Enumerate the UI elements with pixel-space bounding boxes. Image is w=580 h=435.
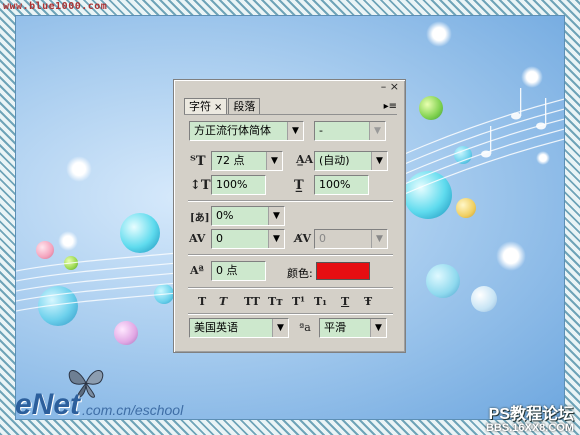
leading-select[interactable]: (自动) ▼ — [314, 151, 388, 171]
tab-label: 段落 — [233, 100, 256, 113]
underline-button[interactable]: T — [341, 295, 349, 308]
strikethrough-button[interactable]: Ŧ — [364, 295, 372, 308]
enet-url: .com.cn/eschool — [82, 402, 184, 418]
panel-tabs: 字符 × 段落 — [184, 98, 261, 115]
leading-value: (自动) — [319, 154, 350, 167]
vertical-scale-icon: ↕T — [190, 178, 211, 193]
enet-brand: eNet — [15, 388, 81, 421]
panel-titlebar[interactable]: – × — [174, 80, 405, 96]
faux-italic-button[interactable]: T — [219, 295, 227, 308]
chevron-down-icon[interactable]: ▼ — [371, 230, 387, 248]
bubble — [66, 156, 92, 182]
tracking-value: 0 — [319, 232, 326, 245]
baseline-shift-value: 0 点 — [216, 264, 238, 277]
font-size-icon: ᵀT — [190, 154, 206, 169]
vertical-scale-value: 100% — [216, 178, 248, 191]
kerning-value: 0 — [216, 232, 223, 245]
tracking-select[interactable]: 0 ▼ — [314, 229, 388, 249]
horizontal-scale-icon: T̲ — [294, 178, 304, 193]
baseline-shift-input[interactable]: 0 点 — [211, 261, 266, 281]
chevron-down-icon[interactable]: ▼ — [272, 319, 288, 337]
chevron-down-icon[interactable]: ▼ — [370, 319, 386, 337]
tsume-select[interactable]: 0% ▼ — [211, 206, 285, 226]
forum-watermark: PS教程论坛 BBS.16XX8.COM — [486, 400, 574, 434]
font-style-value: - — [319, 124, 323, 137]
tab-character[interactable]: 字符 × — [184, 98, 228, 115]
faux-bold-button[interactable]: T — [198, 295, 206, 308]
language-select[interactable]: 美国英语 ▼ — [189, 318, 289, 338]
window-controls[interactable]: – × — [381, 80, 399, 93]
bubble — [426, 21, 452, 47]
chevron-down-icon[interactable]: ▼ — [268, 207, 284, 225]
kerning-select[interactable]: 0 ▼ — [211, 229, 285, 249]
subscript-button[interactable]: T₁ — [314, 295, 327, 308]
divider — [188, 313, 393, 315]
all-caps-button[interactable]: TT — [244, 295, 260, 308]
forum-name: PS教程论坛 — [488, 406, 574, 423]
horizontal-scale-value: 100% — [319, 178, 351, 191]
color-swatch[interactable] — [316, 262, 370, 280]
small-caps-button[interactable]: Tт — [268, 295, 283, 308]
tab-paragraph[interactable]: 段落 — [228, 98, 261, 115]
font-style-select[interactable]: - ▼ — [314, 121, 386, 141]
anti-alias-select[interactable]: 平滑 ▼ — [319, 318, 387, 338]
chevron-down-icon[interactable]: ▼ — [268, 230, 284, 248]
chevron-down-icon[interactable]: ▼ — [369, 122, 385, 140]
vertical-scale-input[interactable]: 100% — [211, 175, 266, 195]
font-size-value: 72 点 — [216, 154, 245, 167]
language-value: 美国英语 — [194, 321, 238, 334]
superscript-button[interactable]: T¹ — [292, 295, 305, 308]
kerning-icon: AV — [189, 232, 206, 245]
baseline-shift-icon: Aª — [190, 264, 204, 277]
tab-label: 字符 — [189, 100, 211, 113]
horizontal-scale-input[interactable]: 100% — [314, 175, 369, 195]
panel-content: 方正流行体简体 ▼ - ▼ ᵀT 72 点 ▼ A̲A (自动) ▼ ↕T 10… — [184, 114, 397, 344]
divider — [188, 287, 393, 289]
chevron-down-icon[interactable]: ▼ — [371, 152, 387, 170]
tsume-value: 0% — [216, 209, 234, 222]
enet-logo: eNet .com.cn/eschool — [15, 388, 184, 422]
divider — [188, 200, 393, 202]
font-family-value: 方正流行体简体 — [194, 124, 271, 137]
character-panel: – × 字符 × 段落 ▸≡ 方正流行体简体 ▼ - ▼ ᵀT 72 点 ▼ A̲… — [173, 79, 406, 353]
forum-url: BBS.16XX8.COM — [485, 422, 574, 434]
divider — [188, 254, 393, 256]
tracking-icon: A̸V — [294, 232, 312, 245]
panel-menu-icon[interactable]: ▸≡ — [384, 101, 397, 112]
anti-alias-value: 平滑 — [324, 321, 346, 334]
chevron-down-icon[interactable]: ▼ — [287, 122, 303, 140]
color-label: 颜色: — [287, 267, 313, 280]
close-icon[interactable]: × — [214, 102, 222, 113]
font-size-select[interactable]: 72 点 ▼ — [211, 151, 283, 171]
chevron-down-icon[interactable]: ▼ — [266, 152, 282, 170]
leading-icon: A̲A — [296, 153, 314, 166]
bubble — [471, 286, 497, 312]
font-family-select[interactable]: 方正流行体简体 ▼ — [189, 121, 304, 141]
tsume-icon: [あ] — [190, 213, 210, 224]
anti-alias-icon: ªa — [299, 321, 311, 334]
top-watermark: www.blue1000.com — [3, 1, 108, 12]
